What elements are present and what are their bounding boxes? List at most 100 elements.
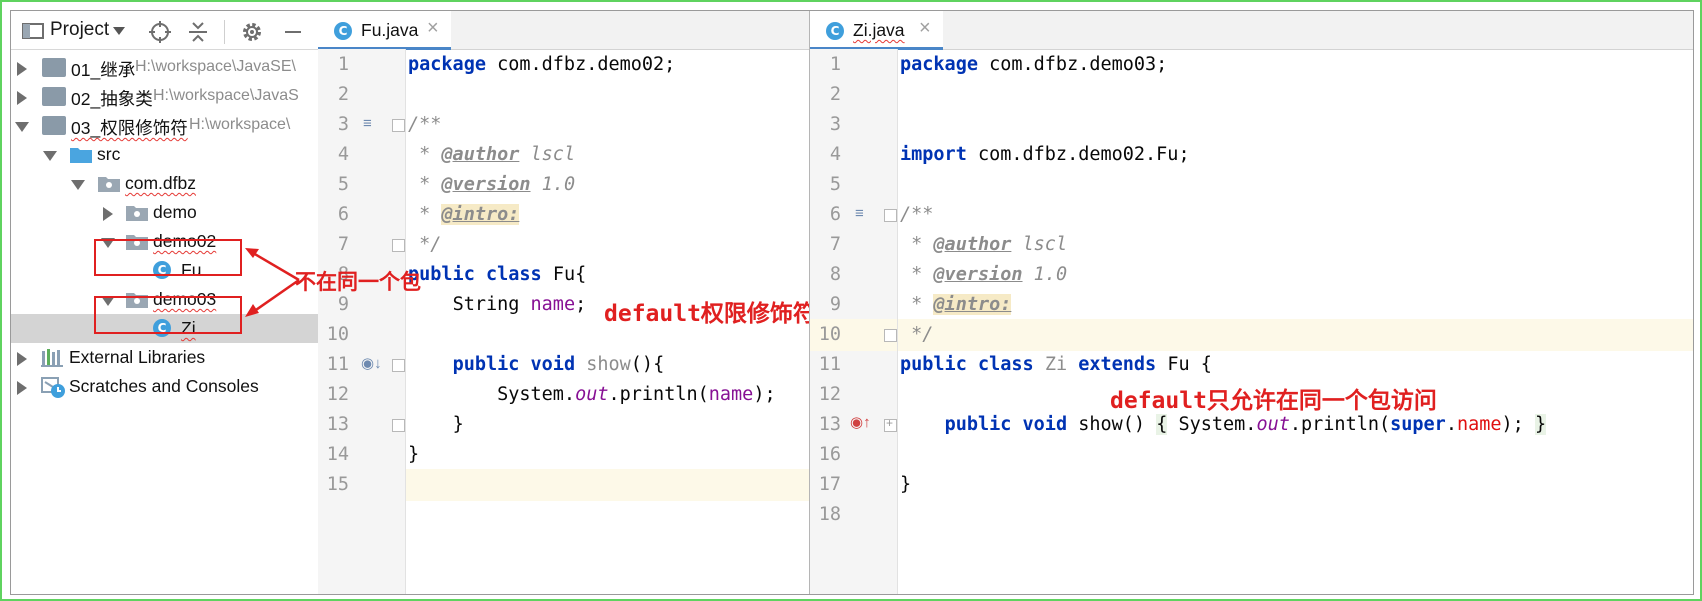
code-line-4: * @author lscl: [408, 139, 575, 171]
class-icon: C: [334, 22, 352, 40]
code-text: *: [408, 144, 442, 165]
screenshot-frame: Project 01_继承 H:\workspace\JavaSE\ 02_抽象…: [0, 0, 1702, 601]
project-view-icon[interactable]: [22, 23, 44, 39]
expand-arrow-icon[interactable]: [17, 91, 27, 105]
chevron-down-icon[interactable]: [112, 26, 126, 36]
field-name: name: [708, 384, 754, 405]
line-number: 18: [818, 504, 841, 525]
code-area[interactable]: package com.dfbz.demo03; import com.dfbz…: [898, 49, 1693, 594]
tree-item-module[interactable]: 01_继承 H:\workspace\JavaSE\: [11, 53, 318, 82]
code-text: {: [575, 264, 587, 285]
annotation-default-modifier: default权限修饰符: [604, 301, 816, 327]
project-toolbar: Project: [11, 11, 318, 50]
package-icon: [97, 174, 121, 198]
folded-brace[interactable]: {: [1156, 414, 1168, 435]
fold-icon[interactable]: [392, 119, 405, 132]
line-number: 10: [818, 324, 841, 345]
ide-window: Project 01_继承 H:\workspace\JavaSE\ 02_抽象…: [10, 10, 1694, 595]
collapse-arrow-icon[interactable]: [71, 180, 85, 190]
code-area[interactable]: package com.dfbz.demo02; /** * @author l…: [406, 49, 816, 594]
expand-arrow-icon[interactable]: [17, 352, 27, 366]
close-icon[interactable]: ×: [427, 17, 439, 40]
scratches-icon: [41, 377, 67, 404]
javadoc-tag: @intro:: [933, 294, 1012, 315]
keyword: public: [900, 354, 967, 375]
code-text: *: [900, 234, 934, 255]
fold-icon[interactable]: [392, 239, 405, 252]
editor-zi-java[interactable]: C Zi.java × 1 2 3 4 5 6 7 8 9 10 11 12 1…: [810, 11, 1693, 594]
tree-item-scratches[interactable]: Scratches and Consoles: [11, 372, 318, 401]
code-line-11: public class Zi extends Fu {: [900, 349, 1212, 381]
doc-render-icon[interactable]: ≡: [855, 205, 864, 222]
code-line-3: /**: [408, 114, 442, 135]
code-line-6: * @intro:: [408, 199, 520, 231]
line-number: 14: [326, 444, 349, 465]
code-text: *: [900, 264, 934, 285]
caret-line-highlight: [898, 319, 1693, 351]
line-number: 10: [326, 324, 349, 345]
code-text: );: [1501, 414, 1524, 435]
project-view-title[interactable]: Project: [50, 19, 109, 41]
tab-fu-java[interactable]: C Fu.java ×: [318, 11, 451, 50]
line-number: 13: [326, 414, 349, 435]
fold-icon[interactable]: [884, 209, 897, 222]
gear-icon[interactable]: [239, 19, 265, 45]
overridden-method-icon[interactable]: ◉↓: [361, 354, 382, 372]
code-text: 1.0: [1022, 264, 1068, 285]
tree-item-module[interactable]: 02_抽象类 H:\workspace\JavaS: [11, 82, 318, 111]
code-line-13: }: [408, 409, 464, 441]
expand-arrow-icon[interactable]: [17, 381, 27, 395]
tree-item-label: com.dfbz: [125, 173, 196, 193]
collapse-arrow-icon[interactable]: [43, 151, 57, 161]
line-number: 4: [337, 144, 349, 165]
line-number: 13: [818, 414, 841, 435]
collapse-all-icon[interactable]: [185, 19, 211, 45]
annotation-box-demo02: [94, 239, 242, 276]
code-text: com.dfbz.demo03;: [977, 54, 1168, 75]
code-line-8: public class Fu{: [408, 259, 586, 291]
fold-icon[interactable]: [884, 329, 897, 342]
tree-item-external-libraries[interactable]: External Libraries: [11, 343, 318, 372]
code-line-11: public void show(){: [408, 349, 665, 381]
tree-item-label: 03_权限修饰符: [71, 118, 188, 138]
code-text: 1.0: [530, 174, 576, 195]
tree-item-path: H:\workspace\: [189, 116, 291, 133]
line-number: 6: [829, 204, 841, 225]
type-name: String: [452, 294, 520, 315]
line-number: 11: [818, 354, 841, 375]
tab-zi-java[interactable]: C Zi.java ×: [810, 11, 943, 50]
doc-render-icon[interactable]: ≡: [363, 115, 372, 132]
close-icon[interactable]: ×: [919, 17, 931, 40]
editor-tabbar: C Zi.java ×: [810, 11, 1693, 50]
tree-item-src[interactable]: src: [11, 140, 318, 169]
code-line-1: package com.dfbz.demo03;: [900, 49, 1167, 81]
code-text: System.: [497, 384, 576, 405]
tab-label: Fu.java: [361, 20, 419, 40]
editor-fu-java[interactable]: C Fu.java × 1 2 3 4 5 6 7 8 9 10 11 12 1…: [318, 11, 816, 594]
static-field: out: [575, 384, 609, 405]
line-number: 16: [818, 444, 841, 465]
overriding-method-icon[interactable]: ◉↑: [850, 413, 871, 431]
expand-arrow-icon[interactable]: [103, 207, 113, 221]
expand-arrow-icon[interactable]: [17, 62, 27, 76]
fold-icon[interactable]: [392, 359, 405, 372]
minimize-icon[interactable]: [280, 19, 306, 45]
method-name: show(): [1078, 414, 1146, 435]
code-text: com.dfbz.demo02.Fu;: [966, 144, 1190, 165]
line-number: 2: [337, 84, 349, 105]
expand-fold-icon[interactable]: [884, 416, 897, 432]
line-number: 7: [829, 234, 841, 255]
collapse-arrow-icon[interactable]: [15, 122, 29, 132]
line-number: 1: [829, 54, 841, 75]
fold-icon[interactable]: [392, 419, 405, 432]
tree-item-label: demo: [153, 202, 197, 222]
tree-item-package[interactable]: demo: [11, 198, 318, 227]
code-text: ;: [575, 294, 587, 315]
locate-icon[interactable]: [147, 19, 173, 45]
tree-item-package[interactable]: com.dfbz: [11, 169, 318, 198]
keyword: extends: [1078, 354, 1157, 375]
field-name: name: [1456, 414, 1502, 435]
folded-brace[interactable]: }: [1534, 414, 1547, 435]
static-field: out: [1256, 414, 1290, 435]
tree-item-module[interactable]: 03_权限修饰符 H:\workspace\: [11, 111, 318, 140]
